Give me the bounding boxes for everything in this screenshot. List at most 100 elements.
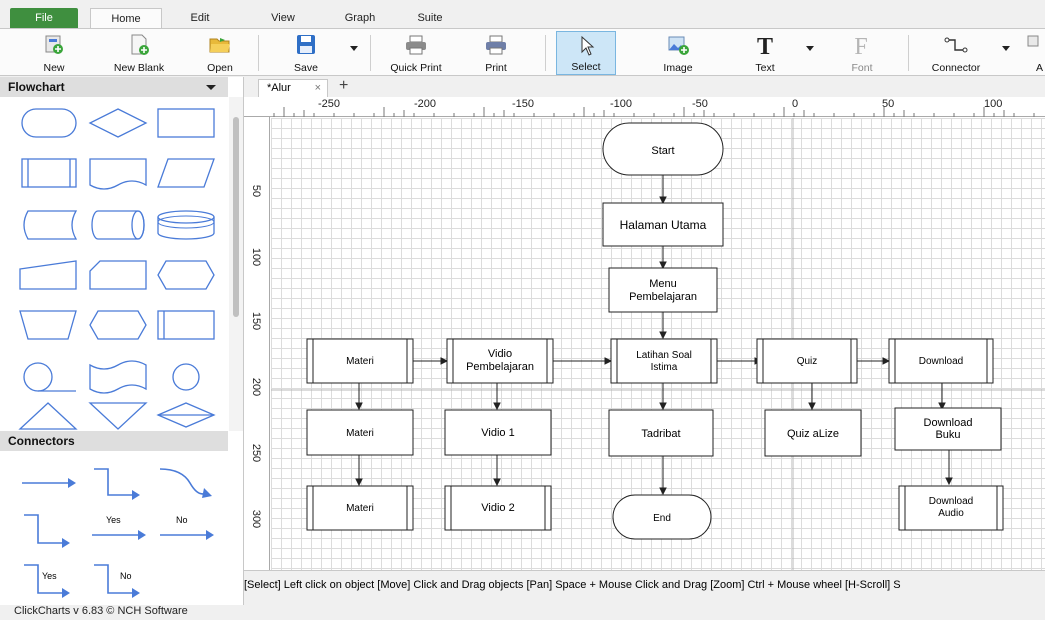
- connectors-section-title: Connectors: [8, 434, 75, 448]
- open-folder-icon: [209, 38, 230, 53]
- connector-circle-shape-icon[interactable]: [154, 357, 218, 397]
- text-button[interactable]: T Text: [740, 31, 790, 75]
- process-shape-icon[interactable]: [154, 103, 218, 143]
- canvas-grid[interactable]: Start Halaman Utama Menu Pembelajaran Ma…: [271, 118, 1045, 570]
- ruler-label: -150: [512, 98, 535, 110]
- menu-bar: File Home Edit View Graph Suite: [0, 0, 1045, 28]
- start-node[interactable]: Start: [602, 122, 724, 176]
- vidio-2-node[interactable]: Vidio 2: [444, 485, 552, 531]
- text-dropdown-icon[interactable]: [806, 46, 814, 51]
- latihan-soal-istima-node[interactable]: Latihan Soal Istima: [610, 338, 718, 384]
- scroll-thumb[interactable]: [233, 117, 239, 317]
- node-label: Pembelajaran: [466, 361, 534, 373]
- new-button[interactable]: New: [26, 31, 82, 75]
- menu-edit[interactable]: Edit: [170, 8, 230, 28]
- ruler-label: 100: [984, 98, 1003, 110]
- elbow-connector-icon[interactable]: [86, 463, 150, 503]
- quiz-node[interactable]: Quiz: [756, 338, 858, 384]
- materi-level2-node[interactable]: Materi: [306, 409, 414, 456]
- elbow-down-connector-icon[interactable]: [16, 513, 80, 553]
- image-button[interactable]: Image: [650, 31, 706, 75]
- node-label: End: [653, 513, 671, 524]
- decision-shape-icon[interactable]: [86, 103, 150, 143]
- next-tool-icon: [1027, 35, 1039, 47]
- yes-elbow-connector-icon[interactable]: Yes: [16, 563, 80, 603]
- no-label: No: [120, 571, 132, 581]
- document-tab[interactable]: *Alur ×: [258, 79, 328, 97]
- extract-shape-icon[interactable]: [16, 395, 80, 435]
- database-shape-icon[interactable]: [154, 205, 218, 245]
- end-node[interactable]: End: [612, 494, 712, 540]
- menu-file[interactable]: File: [10, 8, 78, 28]
- quick-print-button[interactable]: Quick Print: [380, 31, 452, 75]
- node-label: Materi: [346, 503, 374, 514]
- node-label: Download: [924, 417, 973, 429]
- card-shape-icon[interactable]: [86, 255, 150, 295]
- menu-suite[interactable]: Suite: [400, 8, 460, 28]
- direct-data-shape-icon[interactable]: [86, 205, 150, 245]
- merge-shape-icon[interactable]: [86, 395, 150, 435]
- new-blank-button[interactable]: New Blank: [102, 31, 176, 75]
- preparation-shape-icon[interactable]: [86, 305, 150, 345]
- document-shape-icon[interactable]: [86, 153, 150, 193]
- ruler-label: -100: [610, 98, 633, 110]
- node-label: Download: [929, 496, 973, 507]
- sort-shape-icon[interactable]: [154, 395, 218, 435]
- no-elbow-connector-icon[interactable]: No: [86, 563, 150, 603]
- vidio-1-node[interactable]: Vidio 1: [444, 409, 552, 456]
- materi-level3-node[interactable]: Materi: [306, 485, 414, 531]
- save-disk-icon: [297, 35, 315, 54]
- yes-connector-icon[interactable]: Yes: [86, 509, 150, 549]
- predefined-process-shape-icon[interactable]: [16, 153, 80, 193]
- close-icon[interactable]: ×: [315, 80, 321, 96]
- sequential-data-shape-icon[interactable]: [16, 357, 80, 397]
- chevron-down-icon[interactable]: [206, 85, 216, 90]
- data-shape-icon[interactable]: [154, 153, 218, 193]
- connectors-section-header[interactable]: Connectors: [0, 431, 228, 451]
- display-shape-icon[interactable]: [154, 255, 218, 295]
- curved-connector-icon[interactable]: [154, 463, 218, 503]
- menu-view[interactable]: View: [255, 8, 311, 28]
- subroutine-shape-icon[interactable]: [154, 305, 218, 345]
- menu-pembelajaran-node[interactable]: Menu Pembelajaran: [608, 267, 718, 313]
- punched-tape-shape-icon[interactable]: [86, 357, 150, 397]
- shapes-scrollbar[interactable]: [229, 97, 243, 431]
- svg-text:F: F: [854, 34, 867, 56]
- straight-arrow-connector-icon[interactable]: [16, 463, 80, 503]
- connector-button[interactable]: Connector: [918, 31, 994, 75]
- materi-node[interactable]: Materi: [306, 338, 414, 384]
- save-dropdown-icon[interactable]: [350, 46, 358, 51]
- download-node[interactable]: Download: [888, 338, 994, 384]
- menu-graph[interactable]: Graph: [330, 8, 390, 28]
- stored-data-shape-icon[interactable]: [16, 205, 80, 245]
- no-label: No: [176, 515, 188, 525]
- open-button[interactable]: Open: [196, 31, 244, 75]
- no-connector-icon[interactable]: No: [154, 509, 218, 549]
- manual-operation-shape-icon[interactable]: [16, 305, 80, 345]
- new-icon: [45, 35, 63, 54]
- print-button[interactable]: Print: [470, 31, 522, 75]
- tadribat-node[interactable]: Tadribat: [608, 409, 714, 457]
- select-tool-button[interactable]: Select: [556, 31, 616, 75]
- halaman-utama-node[interactable]: Halaman Utama: [602, 202, 724, 247]
- quick-print-label: Quick Print: [390, 62, 442, 74]
- flowchart-diagram[interactable]: Start Halaman Utama Menu Pembelajaran Ma…: [271, 118, 1045, 570]
- font-button[interactable]: F Font: [834, 31, 890, 75]
- quick-print-icon: [406, 35, 426, 55]
- yes-label: Yes: [42, 571, 57, 581]
- menu-home[interactable]: Home: [90, 8, 162, 28]
- terminator-shape-icon[interactable]: [16, 103, 80, 143]
- manual-input-shape-icon[interactable]: [16, 255, 80, 295]
- next-tool-button[interactable]: A: [1027, 31, 1045, 75]
- download-audio-node[interactable]: Download Audio: [898, 485, 1004, 531]
- save-button[interactable]: Save: [278, 31, 334, 75]
- vidio-pembelajaran-node[interactable]: Vidio Pembelajaran: [446, 338, 554, 384]
- flowchart-section-header[interactable]: Flowchart: [0, 77, 228, 97]
- document-tab-bar: *Alur × +: [244, 77, 1045, 97]
- node-label: Materi: [346, 356, 374, 367]
- connector-dropdown-icon[interactable]: [1002, 46, 1010, 51]
- quiz-alize-node[interactable]: Quiz aLize: [764, 409, 862, 457]
- add-tab-button[interactable]: +: [339, 77, 348, 95]
- download-buku-node[interactable]: Download Buku: [894, 407, 1002, 451]
- diagram-canvas[interactable]: -250 -200 -150 -100 -50 0 50 100 50 100 …: [244, 97, 1045, 570]
